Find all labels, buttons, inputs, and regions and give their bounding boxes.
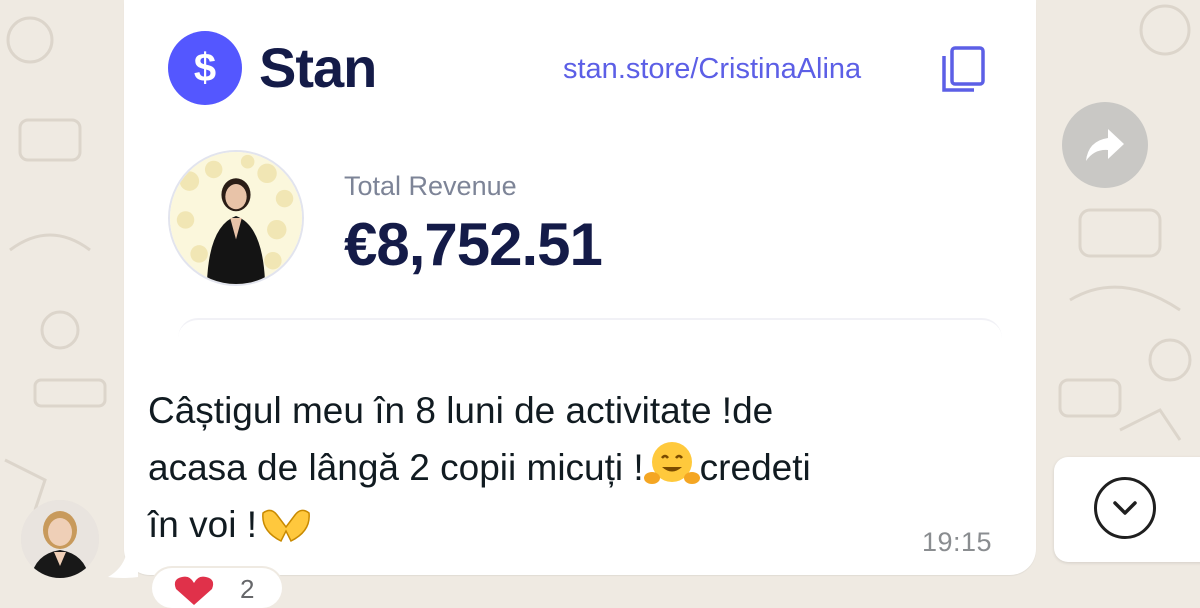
message-timestamp: 19:15	[922, 527, 993, 557]
sender-avatar[interactable]	[21, 500, 99, 578]
message-line-2-text: acasa de lângă 2 copii micuți !	[148, 447, 644, 488]
chevron-down-icon	[1113, 501, 1137, 515]
hugging-face-icon	[643, 442, 700, 484]
bubble-tail	[108, 555, 138, 578]
total-revenue-value: €8,752.51	[344, 211, 603, 278]
total-revenue-label: Total Revenue	[344, 171, 517, 201]
forward-arrow-icon	[1086, 129, 1124, 161]
scroll-to-bottom-button[interactable]	[1054, 457, 1200, 562]
heart-icon	[174, 576, 214, 605]
reaction-count: 2	[240, 574, 255, 604]
card-divider	[178, 318, 1002, 356]
message-text: Câștigul meu în 8 luni de activitate !de…	[148, 382, 1008, 553]
dollar-icon: $	[193, 46, 217, 90]
message-line-3: în voi !	[148, 496, 1008, 553]
stan-logo: $	[168, 31, 242, 105]
scroll-down-circle	[1094, 477, 1156, 539]
message-line-2-end: credeti	[699, 447, 811, 488]
heart-hands-icon	[262, 509, 310, 543]
stan-brand-name: Stan	[259, 36, 377, 99]
message-line-3-text: în voi !	[148, 504, 257, 545]
copy-icon[interactable]	[940, 45, 986, 93]
message-line-1: Câștigul meu în 8 luni de activitate !de	[148, 390, 774, 431]
message-line-2: acasa de lângă 2 copii micuți ! credeti	[148, 439, 1008, 496]
forward-button[interactable]	[1062, 102, 1148, 188]
store-url-link[interactable]: stan.store/CristinaAlina	[563, 52, 861, 86]
profile-photo	[168, 150, 304, 286]
